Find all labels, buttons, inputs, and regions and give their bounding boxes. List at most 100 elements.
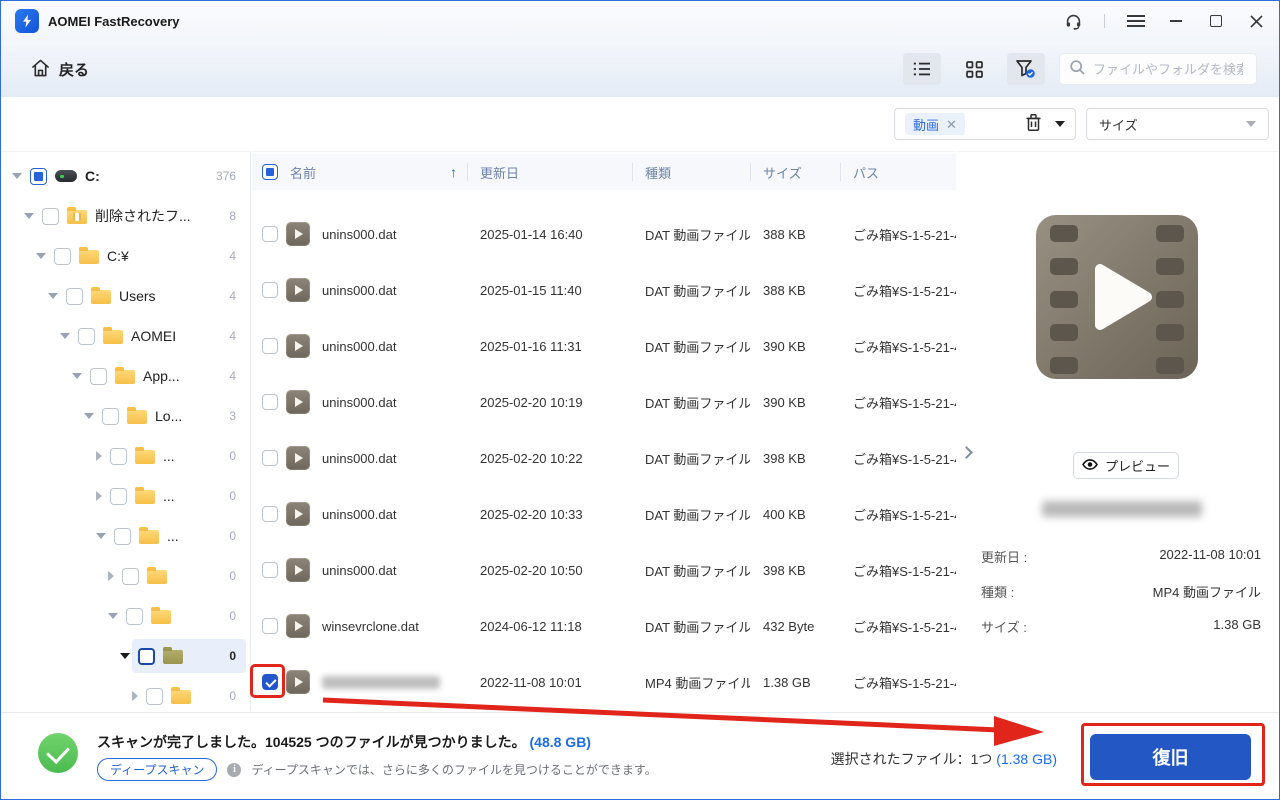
expander-icon[interactable] — [96, 491, 102, 501]
checkbox[interactable] — [66, 288, 83, 305]
tree-item-aomei[interactable]: AOMEI 4 — [1, 316, 250, 356]
expander-icon[interactable] — [120, 653, 130, 659]
folder-icon — [147, 570, 167, 584]
maximize-button[interactable] — [1207, 12, 1225, 30]
search-box[interactable] — [1059, 53, 1257, 85]
table-row[interactable]: unins000.dat 2025-01-16 11:31 DAT 動画ファイル… — [252, 318, 956, 374]
table-row-selected[interactable]: 2022-11-08 10:01 MP4 動画ファイル 1.38 GB ごみ箱¥… — [252, 654, 956, 710]
header-size[interactable]: サイズ — [750, 154, 840, 190]
table-row[interactable]: unins000.dat 2025-02-20 10:19 DAT 動画ファイル… — [252, 374, 956, 430]
list-view-button[interactable] — [903, 53, 941, 85]
checkbox[interactable] — [42, 208, 59, 225]
checkbox[interactable] — [90, 368, 107, 385]
expander-icon[interactable] — [12, 173, 22, 179]
expander-icon[interactable] — [132, 691, 138, 701]
table-row[interactable]: winsevrclone.dat 2024-06-12 11:18 DAT 動画… — [252, 598, 956, 654]
sort-ascending-icon[interactable]: ↑ — [450, 164, 457, 180]
minimize-button[interactable] — [1167, 12, 1185, 30]
folder-icon — [135, 490, 155, 504]
expander-icon[interactable] — [96, 451, 102, 461]
size-filter-dropdown[interactable]: サイズ — [1086, 108, 1269, 140]
checkbox[interactable] — [102, 408, 119, 425]
tree-item[interactable]: 0 — [1, 596, 250, 636]
remove-tag-icon[interactable]: ✕ — [946, 118, 957, 131]
deep-scan-button[interactable]: ディープスキャン — [97, 758, 217, 781]
table-row[interactable]: unins000.dat 2025-01-14 16:40 DAT 動画ファイル… — [252, 206, 956, 262]
expander-icon[interactable] — [48, 293, 58, 299]
titlebar-separator — [1104, 14, 1105, 28]
checkbox[interactable] — [110, 448, 127, 465]
checkbox[interactable] — [146, 688, 163, 705]
header-date[interactable]: 更新日 — [467, 154, 632, 190]
tree-item-drive-c[interactable]: C: 376 — [1, 156, 250, 196]
file-table: 名前 ↑ 更新日 種類 サイズ パス unins000.dat 2025-01-… — [252, 151, 956, 711]
grid-view-button[interactable] — [955, 53, 993, 85]
row-checkbox[interactable] — [262, 562, 278, 578]
preview-button[interactable]: プレビュー — [1073, 452, 1179, 479]
filter-row: 動画 ✕ サイズ — [1, 97, 1279, 151]
row-checkbox[interactable] — [262, 226, 278, 242]
checkbox[interactable] — [126, 608, 143, 625]
tree-item-local[interactable]: Lo... 3 — [1, 396, 250, 436]
close-button[interactable] — [1247, 12, 1265, 30]
tree-item[interactable]: ... 0 — [1, 516, 250, 556]
tree-item[interactable]: ... 0 — [1, 436, 250, 476]
tree-item-deleted[interactable]: 削除されたフ... 8 — [1, 196, 250, 236]
row-checkbox[interactable] — [262, 506, 278, 522]
clear-filters-trash-icon[interactable] — [1026, 114, 1041, 134]
checkbox[interactable] — [122, 568, 139, 585]
selected-files-summary: 選択されたファイル：1つ (1.38 GB) — [831, 749, 1057, 769]
filter-button[interactable] — [1007, 53, 1045, 85]
checkbox[interactable] — [78, 328, 95, 345]
table-row[interactable]: unins000.dat 2025-02-20 10:33 DAT 動画ファイル… — [252, 486, 956, 542]
folder-icon — [103, 330, 123, 344]
menu-icon[interactable] — [1127, 12, 1145, 30]
expander-icon[interactable] — [24, 213, 34, 219]
table-row[interactable]: unins000.dat 2025-02-20 10:50 DAT 動画ファイル… — [252, 542, 956, 598]
row-checkbox-checked[interactable] — [262, 674, 278, 690]
folder-tree: C: 376 削除されたフ... 8 C:¥ 4 Users 4 — [1, 151, 251, 711]
header-path[interactable]: パス — [840, 154, 956, 190]
row-checkbox[interactable] — [262, 450, 278, 466]
search-input[interactable] — [1093, 62, 1243, 77]
header-type[interactable]: 種類 — [632, 154, 750, 190]
row-checkbox[interactable] — [262, 394, 278, 410]
folder-icon — [91, 290, 111, 304]
back-button[interactable]: 戻る — [31, 59, 89, 80]
checkbox[interactable] — [110, 488, 127, 505]
checkbox[interactable] — [138, 648, 155, 665]
scan-status: スキャンが完了しました。104525 つのファイルが見つかりました。 (48.8… — [97, 732, 591, 752]
tree-item-appdata[interactable]: App... 4 — [1, 356, 250, 396]
expander-icon[interactable] — [72, 373, 82, 379]
home-icon — [31, 59, 50, 80]
table-row[interactable]: unins000.dat 2025-01-15 11:40 DAT 動画ファイル… — [252, 262, 956, 318]
expander-icon[interactable] — [60, 333, 70, 339]
checkbox[interactable] — [114, 528, 131, 545]
expander-icon[interactable] — [84, 413, 94, 419]
blurred-file-name — [1042, 501, 1202, 517]
expander-icon[interactable] — [108, 571, 114, 581]
expander-icon[interactable] — [96, 533, 106, 539]
tree-item-c-root[interactable]: C:¥ 4 — [1, 236, 250, 276]
tree-item-selected[interactable]: 0 — [1, 636, 250, 676]
expander-icon[interactable] — [108, 613, 118, 619]
tree-item[interactable]: ... 0 — [1, 476, 250, 516]
support-headset-icon[interactable] — [1064, 12, 1082, 30]
tree-item[interactable]: 0 — [1, 676, 250, 711]
recover-button[interactable]: 復旧 — [1090, 734, 1251, 780]
table-row[interactable]: unins000.dat 2025-02-20 10:22 DAT 動画ファイル… — [252, 430, 956, 486]
tree-item[interactable]: 0 — [1, 556, 250, 596]
select-all-checkbox[interactable] — [262, 164, 278, 180]
panel-collapse-chevron-icon[interactable] — [959, 445, 973, 459]
row-checkbox[interactable] — [262, 338, 278, 354]
header-name[interactable]: 名前 ↑ — [252, 154, 467, 190]
checkbox[interactable] — [54, 248, 71, 265]
checkbox[interactable] — [30, 168, 47, 185]
row-checkbox[interactable] — [262, 282, 278, 298]
active-filters-box[interactable]: 動画 ✕ — [894, 108, 1076, 140]
tree-item-users[interactable]: Users 4 — [1, 276, 250, 316]
expander-icon[interactable] — [36, 253, 46, 259]
row-checkbox[interactable] — [262, 618, 278, 634]
folder-icon — [151, 610, 171, 624]
filter-dropdown-caret-icon[interactable] — [1055, 121, 1065, 127]
